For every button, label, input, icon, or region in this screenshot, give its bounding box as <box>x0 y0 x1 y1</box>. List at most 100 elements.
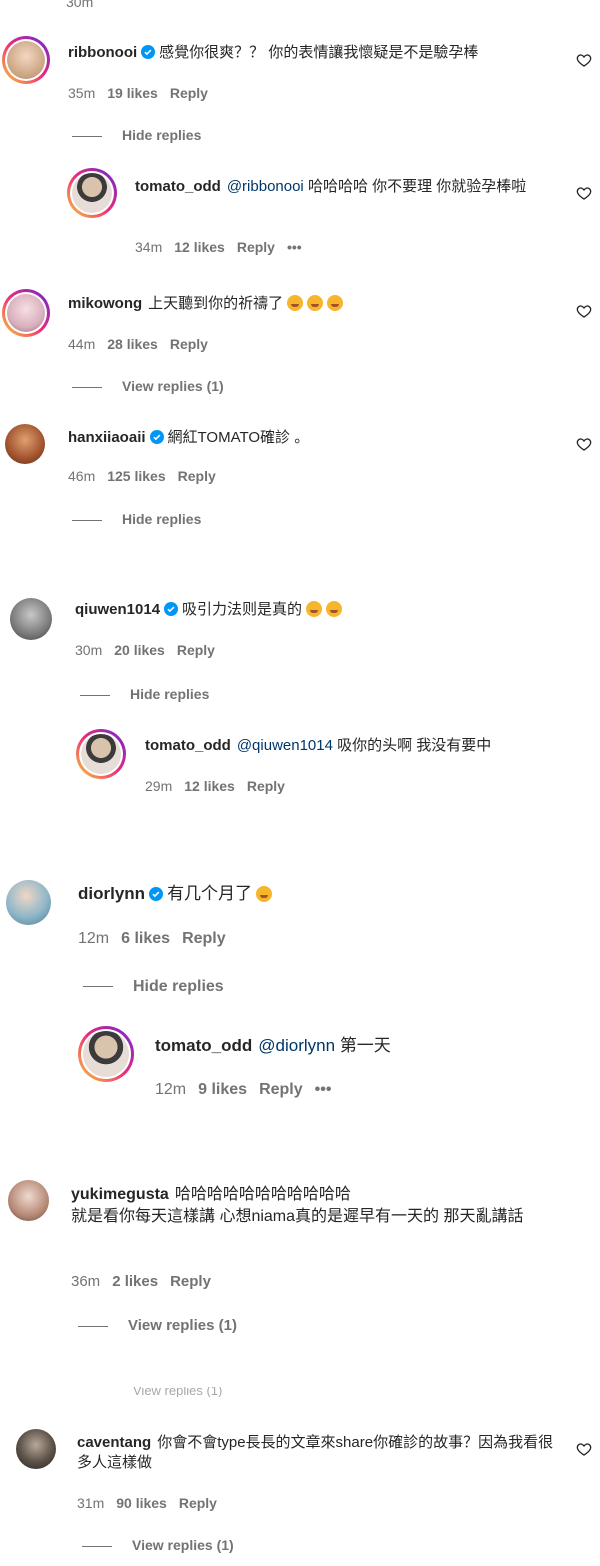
divider <box>72 519 102 521</box>
reply-time: 12m <box>155 1081 187 1098</box>
reply-button[interactable]: Reply <box>170 1273 211 1290</box>
reply-text: 吸你的头啊 我没有要中 <box>337 737 492 754</box>
comment-line: hanxiiaoaii 網紅TOMATO確診 。 <box>68 428 309 448</box>
divider <box>83 986 113 988</box>
comment-time: 31m <box>77 1495 105 1511</box>
comment-text: 吸引力法则是真的 <box>182 601 303 618</box>
hide-replies-toggle[interactable]: Hide replies <box>83 978 224 996</box>
comment-time: 44m <box>68 336 96 352</box>
likes-count[interactable]: 20 likes <box>114 642 165 658</box>
divider <box>82 1545 112 1547</box>
avatar[interactable] <box>67 168 117 218</box>
comment-meta: 12m 6 likes Reply <box>78 930 238 948</box>
likes-count[interactable]: 6 likes <box>121 930 170 947</box>
reply-line: tomato_odd @qiuwen1014 吸你的头啊 我没有要中 <box>145 736 491 756</box>
hide-replies-toggle[interactable]: Hide replies <box>72 511 201 527</box>
username[interactable]: mikowong <box>68 295 142 312</box>
verified-badge-icon <box>141 45 156 59</box>
comment-text: 有几个月了 <box>167 884 253 903</box>
comment-time: 46m <box>68 468 96 484</box>
username[interactable]: tomato_odd <box>145 737 231 754</box>
likes-count[interactable]: 12 likes <box>184 778 235 794</box>
likes-count[interactable]: 9 likes <box>198 1081 247 1098</box>
reply-button[interactable]: Reply <box>182 930 226 947</box>
comment-line: caventang 你會不會type長長的文章來share你確診的故事？因為我看很… <box>77 1433 565 1473</box>
reply-meta: 29m 12 likes Reply <box>145 778 297 794</box>
reply-meta: 12m 9 likes Reply ••• <box>155 1081 343 1099</box>
comment-time: 36m <box>71 1273 101 1290</box>
reply-line: tomato_odd @ribbonooi 哈哈哈哈 你不要理 你就验孕棒啦 <box>135 177 565 197</box>
comment-text-continued: 就是看你每天這樣講 心想niama真的是遲早有一天的 那天亂講話 <box>71 1208 524 1225</box>
emoji-icon <box>287 295 304 311</box>
comment-text: 上天聽到你的祈禱了 <box>148 295 284 312</box>
comment-line: diorlynn 有几个月了 <box>78 883 273 905</box>
reply-time: 29m <box>145 778 173 794</box>
hide-replies-toggle[interactable]: Hide replies <box>72 127 201 143</box>
heart-icon[interactable] <box>576 1441 592 1457</box>
comment-meta: 31m 90 likes Reply <box>77 1495 229 1511</box>
more-options-icon[interactable]: ••• <box>287 239 302 255</box>
verified-badge-icon <box>149 430 164 444</box>
timestamp-cutoff: 30m <box>66 0 94 10</box>
mention-link[interactable]: @diorlynn <box>258 1036 335 1055</box>
avatar[interactable] <box>2 289 50 337</box>
reply-meta: 34m 12 likes Reply ••• <box>135 239 314 255</box>
avatar[interactable] <box>78 1026 134 1082</box>
username[interactable]: hanxiiaoaii <box>68 429 146 446</box>
view-replies-toggle[interactable]: View replies (1) <box>82 1537 234 1553</box>
hide-replies-toggle[interactable]: Hide replies <box>80 686 209 702</box>
reply-button[interactable]: Reply <box>177 642 215 658</box>
heart-icon[interactable] <box>576 436 592 452</box>
username[interactable]: qiuwen1014 <box>75 601 160 618</box>
username[interactable]: ribbonooi <box>68 44 137 61</box>
avatar[interactable] <box>5 424 45 464</box>
comment-meta: 30m 20 likes Reply <box>75 642 227 658</box>
view-replies-toggle[interactable]: View replies (1) <box>78 1317 237 1334</box>
reply-time: 34m <box>135 239 163 255</box>
mention-link[interactable]: @qiuwen1014 <box>237 737 333 754</box>
avatar[interactable] <box>2 36 50 84</box>
likes-count[interactable]: 19 likes <box>107 85 158 101</box>
divider <box>80 694 110 696</box>
cutoff-text-fragment: View replies (1) <box>133 1387 223 1397</box>
comment-meta: 46m 125 likes Reply <box>68 468 228 484</box>
comment-meta: 35m 19 likes Reply <box>68 85 220 101</box>
mention-link[interactable]: @ribbonooi <box>227 178 304 195</box>
reply-button[interactable]: Reply <box>170 336 208 352</box>
likes-count[interactable]: 125 likes <box>107 468 165 484</box>
username[interactable]: tomato_odd <box>155 1036 252 1055</box>
reply-button[interactable]: Reply <box>170 85 208 101</box>
avatar[interactable] <box>10 598 52 640</box>
reply-text: 第一天 <box>339 1036 391 1055</box>
reply-button[interactable]: Reply <box>259 1081 303 1098</box>
comment-line: mikowong 上天聽到你的祈禱了 <box>68 294 344 314</box>
emoji-icon <box>306 601 323 617</box>
avatar[interactable] <box>76 729 126 779</box>
likes-count[interactable]: 28 likes <box>107 336 158 352</box>
reply-button[interactable]: Reply <box>247 778 285 794</box>
likes-count[interactable]: 12 likes <box>174 239 225 255</box>
reply-button[interactable]: Reply <box>178 468 216 484</box>
reply-text: 哈哈哈哈 你不要理 你就验孕棒啦 <box>307 178 527 195</box>
reply-button[interactable]: Reply <box>179 1495 217 1511</box>
heart-icon[interactable] <box>576 52 592 68</box>
likes-count[interactable]: 2 likes <box>112 1273 158 1290</box>
username[interactable]: tomato_odd <box>135 178 221 195</box>
more-options-icon[interactable]: ••• <box>315 1081 332 1098</box>
heart-icon[interactable] <box>576 185 592 201</box>
avatar[interactable] <box>6 880 51 925</box>
emoji-icon <box>307 295 324 311</box>
avatar[interactable] <box>16 1429 56 1469</box>
avatar[interactable] <box>8 1180 49 1221</box>
divider <box>78 1325 108 1327</box>
username[interactable]: caventang <box>77 1434 151 1451</box>
view-replies-toggle[interactable]: View replies (1) <box>72 378 224 394</box>
comment-time: 12m <box>78 930 110 947</box>
likes-count[interactable]: 90 likes <box>116 1495 167 1511</box>
username[interactable]: diorlynn <box>78 884 145 903</box>
reply-button[interactable]: Reply <box>237 239 275 255</box>
divider <box>72 386 102 388</box>
heart-icon[interactable] <box>576 303 592 319</box>
username[interactable]: yukimegusta <box>71 1186 169 1203</box>
comment-time: 35m <box>68 85 96 101</box>
